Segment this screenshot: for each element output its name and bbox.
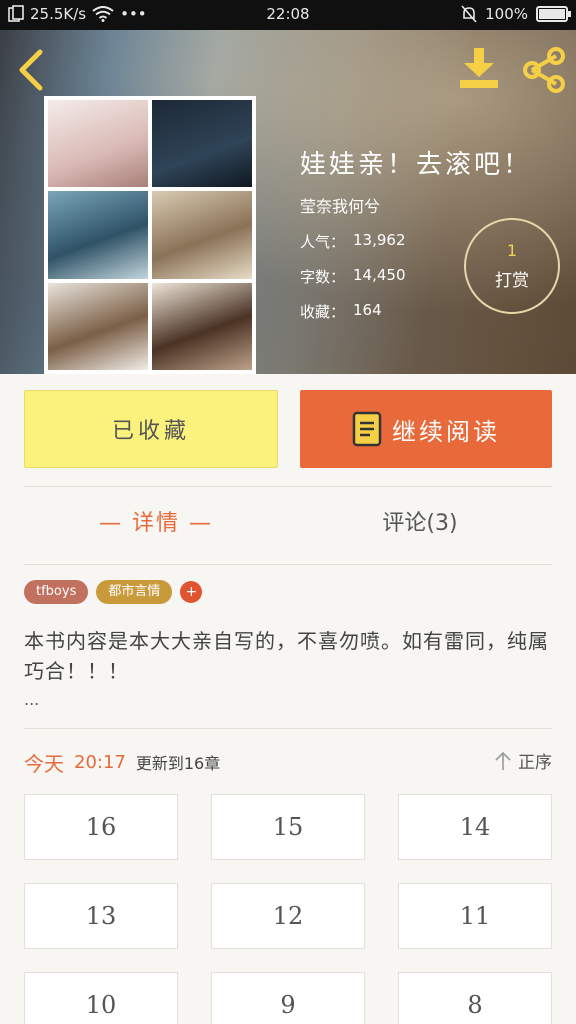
cover-photo xyxy=(152,191,252,279)
mute-bell-icon xyxy=(461,5,477,23)
chapter-button[interactable]: 12 xyxy=(211,883,365,949)
tab-details[interactable]: — 详情 — xyxy=(24,500,288,548)
status-bar: 25.5K/s ••• 22:08 100% xyxy=(0,0,576,30)
stat-label: 字数： xyxy=(300,268,346,286)
tip-count: 1 xyxy=(506,241,518,260)
add-tag-button[interactable]: + xyxy=(180,581,203,603)
sort-order-label: 正序 xyxy=(518,753,552,773)
stat-value: 164 xyxy=(353,301,382,319)
tab-comments[interactable]: 评论(3) xyxy=(288,500,552,548)
stat-label: 收藏： xyxy=(300,303,346,321)
cover-photo xyxy=(48,100,148,188)
chapter-button[interactable]: 15 xyxy=(211,794,365,860)
update-time: 20:17 xyxy=(74,751,126,773)
divider xyxy=(24,728,552,729)
share-icon[interactable] xyxy=(520,46,568,94)
battery-icon xyxy=(536,6,571,22)
arrow-up-icon xyxy=(495,751,511,770)
continue-reading-button[interactable]: 继续阅读 xyxy=(300,390,552,468)
tip-label: 打赏 xyxy=(495,271,529,291)
cover-photo xyxy=(152,282,252,370)
cover-photo xyxy=(48,191,148,279)
cover-photo xyxy=(152,100,252,188)
cover-photo xyxy=(48,282,148,370)
tag-urban-romance[interactable]: 都市言情 xyxy=(96,580,173,604)
book-author[interactable]: 莹奈我何兮 xyxy=(300,193,532,217)
chapter-button[interactable]: 13 xyxy=(24,883,178,949)
stat-value: 13,962 xyxy=(353,231,406,249)
chapter-button[interactable]: 8 xyxy=(398,972,552,1024)
tag-list: tfboys 都市言情 + xyxy=(24,580,203,604)
divider xyxy=(24,486,552,487)
battery-fill xyxy=(539,9,565,19)
update-day: 今天 xyxy=(24,751,64,776)
sort-order-button[interactable]: 正序 xyxy=(494,748,552,773)
book-icon xyxy=(352,411,382,447)
tag-tfboys[interactable]: tfboys xyxy=(24,580,89,604)
divider xyxy=(24,564,552,565)
update-info: 今天 20:17 更新到16章 正序 xyxy=(24,744,552,780)
stat-label: 人气： xyxy=(300,233,346,251)
battery-percent: 100% xyxy=(485,5,528,23)
book-title: 娃娃亲！去滚吧！ xyxy=(300,150,533,180)
chapter-button[interactable]: 9 xyxy=(211,972,365,1024)
continue-reading-label: 继续阅读 xyxy=(392,417,500,446)
description-expand[interactable]: ... xyxy=(24,690,39,709)
status-right: 100% xyxy=(461,5,571,23)
collected-button[interactable]: 已收藏 xyxy=(24,390,278,468)
back-icon[interactable] xyxy=(14,48,50,92)
book-description: 本书内容是本大大亲自写的，不喜勿喷。如有雷同，纯属巧合！！！ xyxy=(24,629,549,683)
book-header: 娃娃亲！去滚吧！ 莹奈我何兮 人气： 13,962 字数： 14,450 收藏：… xyxy=(0,30,576,374)
chapter-button[interactable]: 14 xyxy=(398,794,552,860)
stat-value: 14,450 xyxy=(353,266,406,284)
download-icon[interactable] xyxy=(456,46,502,90)
chapter-button[interactable]: 16 xyxy=(24,794,178,860)
update-text: 更新到16章 xyxy=(135,754,221,773)
book-cover[interactable] xyxy=(44,96,256,374)
chapter-button[interactable]: 11 xyxy=(398,883,552,949)
tip-button[interactable]: 1 打赏 xyxy=(464,218,560,314)
chapter-grid: 16 15 14 13 12 11 10 9 8 xyxy=(24,794,552,1024)
chapter-button[interactable]: 10 xyxy=(24,972,178,1024)
